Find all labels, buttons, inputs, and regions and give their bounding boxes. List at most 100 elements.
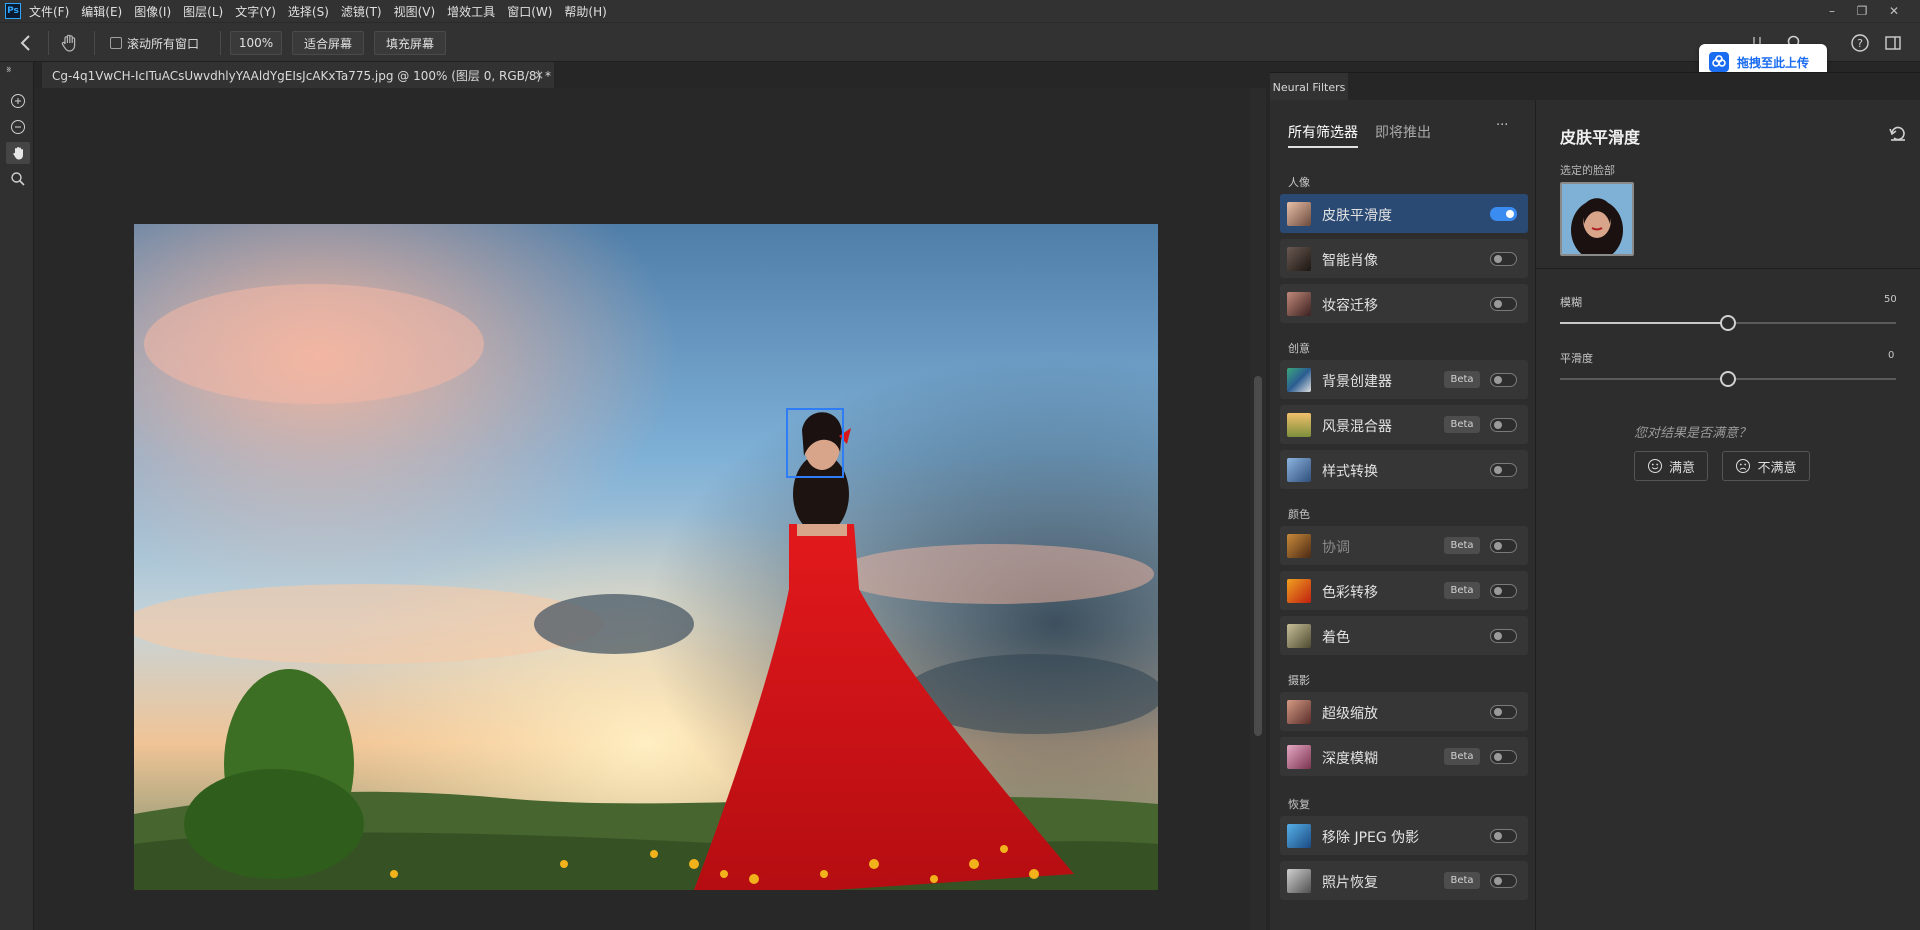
filter-row-skin-smoothing[interactable]: 皮肤平滑度: [1280, 194, 1528, 233]
workspace-icon[interactable]: [1884, 34, 1902, 52]
selected-face-thumbnail[interactable]: [1560, 182, 1634, 256]
unsatisfied-label: 不满意: [1757, 460, 1797, 476]
filter-row-super-zoom[interactable]: 超级缩放: [1280, 692, 1528, 731]
filter-toggle-photo-restoration[interactable]: [1490, 874, 1517, 888]
skin-smoothing-icon: [1287, 202, 1311, 226]
zoom-in-icon[interactable]: [6, 90, 30, 112]
feedback-prompt: 您对结果是否满意？: [1634, 426, 1752, 441]
satisfied-label: 满意: [1668, 460, 1695, 476]
zoom-level-field[interactable]: 100%: [230, 31, 282, 55]
filter-row-style-transfer[interactable]: 样式转换: [1280, 450, 1528, 489]
filter-toggle-depth-blur[interactable]: [1490, 750, 1517, 764]
divider: [1536, 268, 1920, 269]
filter-name: 协调: [1322, 540, 1350, 556]
jpeg-artifacts-icon: [1287, 824, 1311, 848]
filter-row-smart-portrait[interactable]: 智能肖像: [1280, 239, 1528, 278]
unsatisfied-button[interactable]: 不满意: [1722, 451, 1810, 481]
filter-toggle-background-creator[interactable]: [1490, 373, 1517, 387]
blur-slider[interactable]: [1560, 315, 1896, 331]
smoothness-slider-knob[interactable]: [1720, 371, 1736, 387]
smoothness-value: 0: [1888, 350, 1895, 361]
neural-filters-panel-tab[interactable]: Neural Filters: [1270, 73, 1348, 101]
menu-view[interactable]: 视图(V): [394, 3, 436, 20]
filter-toggle-smart-portrait[interactable]: [1490, 252, 1517, 266]
filter-row-depth-blur[interactable]: 深度模糊 Beta: [1280, 737, 1528, 776]
smoothness-slider[interactable]: [1560, 371, 1896, 387]
harmonize-icon: [1287, 534, 1311, 558]
menu-layer[interactable]: 图层(L): [183, 3, 223, 20]
filter-toggle-skin-smoothing[interactable]: [1490, 207, 1517, 221]
section-label-creative: 创意: [1288, 342, 1310, 355]
active-tab-underline: [1288, 146, 1358, 148]
document-tab[interactable]: Cg-4q1VwCH-IcITuACsUwvdhlyYAAldYgEIsJcAK…: [42, 62, 554, 88]
tab-coming-soon[interactable]: 即将推出: [1375, 122, 1431, 142]
filter-toggle-style-transfer[interactable]: [1490, 463, 1517, 477]
tab-all-filters[interactable]: 所有筛选器: [1288, 122, 1358, 142]
filter-row-background-creator[interactable]: 背景创建器 Beta: [1280, 360, 1528, 399]
scrollbar-thumb[interactable]: [1254, 376, 1262, 736]
fill-screen-button[interactable]: 填充屏幕: [374, 31, 446, 55]
frown-icon: [1736, 459, 1751, 473]
filter-name: 移除 JPEG 伪影: [1322, 830, 1420, 846]
more-options-icon[interactable]: ···: [1496, 118, 1508, 133]
menu-plugins[interactable]: 增效工具: [447, 3, 495, 20]
fit-screen-button[interactable]: 适合屏幕: [292, 31, 364, 55]
minimize-button[interactable]: –: [1818, 0, 1846, 22]
collapse-icon[interactable]: »: [6, 66, 12, 76]
face-detection-box[interactable]: [786, 408, 844, 478]
filter-row-photo-restoration[interactable]: 照片恢复 Beta: [1280, 861, 1528, 900]
landscape-mixer-icon: [1287, 413, 1311, 437]
satisfied-button[interactable]: 满意: [1634, 451, 1708, 481]
svg-text:?: ?: [1857, 37, 1863, 50]
filter-toggle-harmonize[interactable]: [1490, 539, 1517, 553]
filter-row-remove-jpeg-artifacts[interactable]: 移除 JPEG 伪影: [1280, 816, 1528, 855]
style-transfer-icon: [1287, 458, 1311, 482]
blur-label: 模糊: [1560, 296, 1582, 309]
hand-tool-icon[interactable]: [6, 142, 30, 164]
help-icon[interactable]: ?: [1850, 33, 1870, 53]
restore-button[interactable]: ❐: [1848, 0, 1876, 22]
upload-badge-label: 拖拽至此上传: [1737, 55, 1810, 70]
filter-toggle-super-zoom[interactable]: [1490, 705, 1517, 719]
beta-badge: Beta: [1444, 748, 1480, 765]
selected-face-label: 选定的脸部: [1560, 164, 1615, 177]
menu-edit[interactable]: 编辑(E): [81, 3, 122, 20]
back-arrow-icon[interactable]: [16, 33, 36, 53]
filter-row-makeup-transfer[interactable]: 妆容迁移: [1280, 284, 1528, 323]
close-window-button[interactable]: ✕: [1880, 0, 1908, 22]
filter-toggle-remove-jpeg-artifacts[interactable]: [1490, 829, 1517, 843]
menu-type[interactable]: 文字(Y): [235, 3, 276, 20]
section-label-restoration: 恢复: [1288, 798, 1310, 811]
beta-badge: Beta: [1444, 416, 1480, 433]
filter-toggle-landscape-mixer[interactable]: [1490, 418, 1517, 432]
menu-help[interactable]: 帮助(H): [564, 3, 606, 20]
menu-window[interactable]: 窗口(W): [507, 3, 552, 20]
scroll-all-windows-checkbox[interactable]: [110, 37, 122, 49]
filter-row-harmonize[interactable]: 协调 Beta: [1280, 526, 1528, 565]
filter-row-color-transfer[interactable]: 色彩转移 Beta: [1280, 571, 1528, 610]
menu-select[interactable]: 选择(S): [288, 3, 329, 20]
search-zoom-icon[interactable]: [6, 168, 30, 190]
filter-name: 着色: [1322, 630, 1350, 646]
filter-row-landscape-mixer[interactable]: 风景混合器 Beta: [1280, 405, 1528, 444]
filter-toggle-color-transfer[interactable]: [1490, 584, 1517, 598]
smart-portrait-icon: [1287, 247, 1311, 271]
filter-toggle-makeup-transfer[interactable]: [1490, 297, 1517, 311]
menu-filter[interactable]: 滤镜(T): [341, 3, 382, 20]
close-tab-icon[interactable]: ×: [534, 68, 544, 82]
blur-slider-knob[interactable]: [1720, 315, 1736, 331]
reset-icon[interactable]: [1888, 124, 1908, 144]
hand-tool-icon[interactable]: [58, 32, 80, 54]
smoothness-label: 平滑度: [1560, 352, 1593, 365]
menu-file[interactable]: 文件(F): [29, 3, 69, 20]
document-photo[interactable]: [134, 224, 1158, 890]
zoom-out-icon[interactable]: [6, 116, 30, 138]
menu-image[interactable]: 图像(I): [134, 3, 171, 20]
colorize-icon: [1287, 624, 1311, 648]
filter-row-colorize[interactable]: 着色: [1280, 616, 1528, 655]
filter-toggle-colorize[interactable]: [1490, 629, 1517, 643]
canvas-scrollbar[interactable]: [1250, 88, 1266, 930]
filter-name: 背景创建器: [1322, 374, 1392, 390]
photoshop-logo-icon: Ps: [5, 3, 21, 19]
photo-image: [134, 224, 1158, 890]
